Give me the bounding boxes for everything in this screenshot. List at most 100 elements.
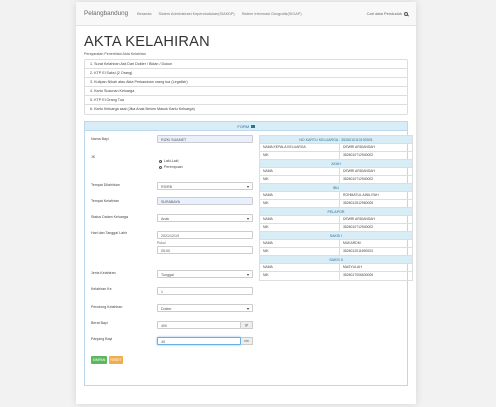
table-row: NIK 3526010712940002 [260, 152, 412, 160]
search-link[interactable]: Cari data Penduduk [367, 11, 408, 16]
jam-label: Pukul [157, 241, 166, 245]
jenis-kelahiran-select[interactable]: Tunggal [157, 270, 253, 278]
app-window: Pelangbandung Beranda Sistem Administras… [76, 2, 416, 404]
panjang-bayi-label: Panjang Bayi [91, 337, 113, 341]
search-icon [404, 11, 408, 16]
table-row: NAMA MASYULAH [260, 264, 412, 272]
form-panel-title: FORM [237, 124, 250, 129]
list-item: 1. Surat Kelahiran Asli Dari Dokter / Bi… [85, 60, 407, 69]
print-icon[interactable] [251, 125, 255, 129]
ibu-header: IBU [260, 184, 412, 192]
kk-header: NO KARTU KELUARGA : 3526010110190001 [260, 136, 412, 144]
form-panel-header: FORM [85, 122, 407, 131]
navbar: Pelangbandung Beranda Sistem Administras… [76, 2, 416, 26]
row-value: DEWRI ARDIANSAH [343, 217, 375, 221]
kelahiran-ke-input[interactable]: 1 [157, 287, 253, 295]
row-value: MUKARDM [343, 241, 361, 245]
row-key: NAMA [260, 264, 340, 271]
saksi1-header: SAKSI I [260, 232, 412, 240]
row-value: 3526012512960005 [343, 201, 374, 205]
table-row: NAMA DEWRI ARDIANSAH [260, 216, 412, 224]
row-key: NIK [260, 152, 340, 159]
tanggal-lahir-input[interactable]: 2021/12/19 [157, 231, 253, 239]
row-key: NIK [260, 200, 340, 207]
row-value: 3526017006630005 [343, 273, 374, 277]
main-content: AKTA KELAHIRAN Persyaratan Penerbitan Ak… [76, 34, 416, 386]
penolong-select[interactable]: Dokter [157, 304, 253, 312]
tempat-kelahiran-input[interactable]: SURABAYA [157, 197, 253, 205]
form-panel: FORM Nama Bayi RIZKI SUAMET JK Laki-Laki… [84, 121, 413, 386]
row-key: NIK [260, 248, 340, 255]
page-subtitle: Persyaratan Penerbitan Akta Kelahiran [84, 52, 146, 56]
penolong-label: Penolong Kelahiran [91, 305, 123, 309]
simpan-button[interactable]: SIMPAN [91, 356, 107, 364]
list-item: 4. Kartu Susunan Keluarga [85, 87, 407, 96]
ayah-header: AYAH [260, 160, 412, 168]
tempat-kelahiran-label: Tempat Kelahiran [91, 199, 119, 203]
brand-link[interactable]: Pelangbandung [84, 10, 128, 17]
berat-unit: gr [241, 321, 253, 329]
table-row: NAMA KEPALA KELUARGA DEWRI ARDIANSAH [260, 144, 412, 152]
row-key: NAMA [260, 216, 340, 223]
nama-bayi-input[interactable]: RIZKI SUAMET [157, 135, 253, 143]
row-key: NIK [260, 272, 340, 280]
row-value: 3526012011690003 [343, 249, 373, 253]
row-key: NAMA [260, 168, 340, 175]
nav-sigap[interactable]: Sistem Informasi Geografis(SIGAP) [242, 12, 302, 16]
radio-unchecked-icon [159, 165, 162, 169]
pelapor-header: PELAPOR [260, 208, 412, 216]
panjang-unit: cm [241, 337, 253, 345]
row-value: DEWRI ARDIANSAH [343, 145, 375, 149]
nav-beranda[interactable]: Beranda [137, 12, 151, 16]
status-keluarga-select[interactable]: Anak [157, 214, 253, 222]
saksi2-header: SAKSI II [260, 256, 412, 264]
table-row: NAMA ROHMATUL AINILIYAH [260, 192, 412, 200]
list-item: 3. Kutipan Nikah atau Akta Perkawinan or… [85, 78, 407, 87]
page-title: AKTA KELAHIRAN [84, 34, 210, 50]
jk-option-laki: Laki-Laki [164, 159, 179, 163]
row-key: NAMA [260, 192, 340, 199]
row-value: 3526010712940002 [343, 153, 374, 157]
reset-button[interactable]: RESET [109, 356, 123, 364]
list-item: 2. KTP El Saksi (2 Orang) [85, 69, 407, 78]
table-row: NIK 3526012011690003 [260, 248, 412, 256]
table-row: NAMA DEWRI ARDIANSAH [260, 168, 412, 176]
berat-bayi-label: Berat Bayi [91, 321, 108, 325]
search-label: Cari data Penduduk [366, 11, 402, 16]
requirements-list: 1. Surat Kelahiran Asli Dari Dokter / Bi… [84, 59, 408, 115]
berat-bayi-input[interactable]: 400 [157, 321, 241, 329]
hari-tanggal-label: Hari dan Tanggal Lahir [91, 231, 128, 235]
tempat-dilahirkan-label: Tempat Dilahirkan [91, 183, 120, 187]
jk-option-perempuan: Perempuan [164, 165, 183, 169]
kelahiran-ke-label: Kelahiran Ke [91, 287, 112, 291]
form-body: Nama Bayi RIZKI SUAMET JK Laki-Laki Pere… [85, 131, 413, 385]
row-key: NAMA KEPALA KELUARGA [260, 144, 340, 151]
row-key: NIK [260, 224, 340, 231]
jenis-kelahiran-label: Jenis Kelahiran [91, 271, 116, 275]
nama-bayi-label: Nama Bayi [91, 137, 109, 141]
row-value: 3526010712940002 [343, 177, 374, 181]
table-row: NAMA MUKARDM [260, 240, 412, 248]
family-info-table: NO KARTU KELUARGA : 3526010110190001 NAM… [259, 135, 413, 281]
jk-label: JK [91, 155, 96, 159]
row-value: MASYULAH [343, 265, 362, 269]
table-row: NIK 3526017006630005 [260, 272, 412, 280]
row-key: NIK [260, 176, 340, 183]
panjang-bayi-input[interactable]: 45 [157, 337, 241, 345]
jam-lahir-input[interactable]: 05:00 [157, 246, 253, 254]
tempat-dilahirkan-select[interactable]: RS/RB [157, 182, 253, 190]
list-item: 5. KTP El Orang Tua [85, 96, 407, 105]
table-row: NIK 3526012512960005 [260, 200, 412, 208]
jk-radio-perempuan[interactable]: Perempuan [159, 165, 183, 169]
row-key: NAMA [260, 240, 340, 247]
row-value: DEWRI ARDIANSAH [343, 169, 375, 173]
jk-radio-laki[interactable]: Laki-Laki [159, 159, 178, 163]
row-value: ROHMATUL AINILIYAH [343, 193, 379, 197]
status-keluarga-label: Status Dalam Keluarga [91, 215, 128, 219]
table-row: NIK 3526010712940002 [260, 224, 412, 232]
row-value: 3526010712940002 [343, 225, 374, 229]
table-row: NIK 3526010712940002 [260, 176, 412, 184]
radio-checked-icon [159, 159, 162, 163]
list-item: 6. Kartu Keluarga asal (Jika Anak Belum … [90, 107, 195, 111]
nav-siakdp[interactable]: Sistem Administrasi Kependudukan(SIAKDP) [158, 12, 234, 16]
